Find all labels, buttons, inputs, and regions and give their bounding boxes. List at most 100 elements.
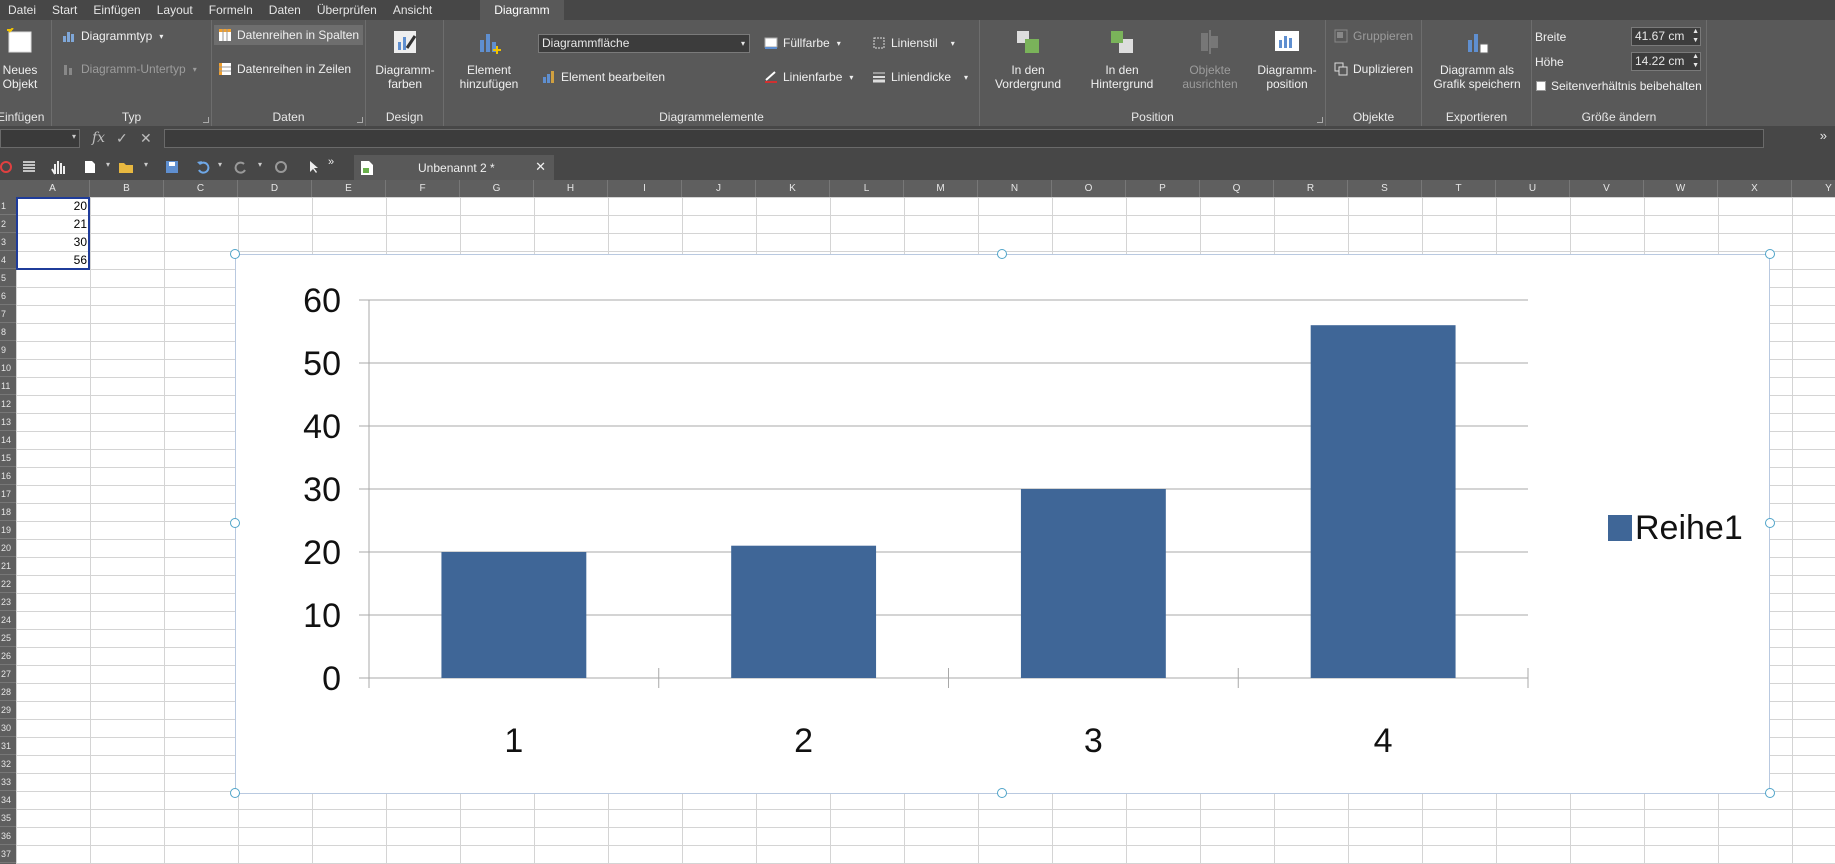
close-tab-icon[interactable]: ✕ (535, 159, 546, 175)
line-color-button[interactable]: Linienfarbe ▾ (764, 70, 853, 84)
menu-daten[interactable]: Daten (261, 0, 309, 20)
close-icon[interactable]: ✕ (140, 130, 152, 147)
menu-datei[interactable]: Datei (0, 0, 44, 20)
row-header-7[interactable]: 7 (0, 305, 16, 323)
resize-handle-bottom-left[interactable] (230, 788, 240, 798)
row-header-30[interactable]: 30 (0, 719, 16, 737)
row-header-8[interactable]: 8 (0, 323, 16, 341)
new-object-button[interactable]: Neues Objekt (0, 28, 42, 91)
power-icon[interactable] (0, 160, 12, 174)
row-header-33[interactable]: 33 (0, 773, 16, 791)
row-header-36[interactable]: 36 (0, 827, 16, 845)
column-header-v[interactable]: V (1570, 180, 1644, 197)
bring-to-front-button[interactable]: In den Vordergrund (988, 28, 1068, 91)
column-header-y[interactable]: Y (1792, 180, 1835, 197)
chevron-down-icon[interactable]: ▾ (144, 160, 148, 169)
row-header-12[interactable]: 12 (0, 395, 16, 413)
column-header-j[interactable]: J (682, 180, 756, 197)
row-header-17[interactable]: 17 (0, 485, 16, 503)
column-header-g[interactable]: G (460, 180, 534, 197)
line-style-button[interactable]: Linienstil ▾ (872, 36, 955, 50)
edit-element-button[interactable]: Element bearbeiten (542, 70, 665, 84)
series-in-rows-button[interactable]: Datenreihen in Zeilen (218, 62, 351, 76)
row-header-18[interactable]: 18 (0, 503, 16, 521)
column-header-x[interactable]: X (1718, 180, 1792, 197)
row-header-11[interactable]: 11 (0, 377, 16, 395)
row-header-19[interactable]: 19 (0, 521, 16, 539)
chart-colors-button[interactable]: Diagramm-farben (369, 28, 441, 91)
element-dropdown[interactable]: Diagrammfläche ▾ (538, 34, 750, 53)
undo-icon[interactable] (196, 160, 210, 174)
column-header-t[interactable]: T (1422, 180, 1496, 197)
column-header-k[interactable]: K (756, 180, 830, 197)
keep-aspect-ratio-checkbox[interactable]: Seitenverhältnis beibehalten (1536, 79, 1702, 93)
column-header-l[interactable]: L (830, 180, 904, 197)
document-tab[interactable]: Unbenannt 2 * ✕ (354, 155, 554, 180)
column-header-a[interactable]: A (16, 180, 90, 197)
row-header-24[interactable]: 24 (0, 611, 16, 629)
row-header-21[interactable]: 21 (0, 557, 16, 575)
menu-formeln[interactable]: Formeln (201, 0, 261, 20)
column-header-o[interactable]: O (1052, 180, 1126, 197)
resize-handle-bottom[interactable] (997, 788, 1007, 798)
list-icon[interactable] (22, 160, 36, 174)
add-element-button[interactable]: Element hinzufügen (452, 28, 526, 91)
column-header-m[interactable]: M (904, 180, 978, 197)
resize-handle-bottom-right[interactable] (1765, 788, 1775, 798)
width-input[interactable]: 41.67 cm ▲ ▼ (1631, 27, 1701, 46)
cell-a3[interactable]: 30 (16, 233, 90, 251)
row-header-26[interactable]: 26 (0, 647, 16, 665)
row-header-10[interactable]: 10 (0, 359, 16, 377)
row-header-5[interactable]: 5 (0, 269, 16, 287)
chart-subtype-button[interactable]: Diagramm-Untertyp ▾ (62, 62, 197, 76)
column-header-h[interactable]: H (534, 180, 608, 197)
chart-position-button[interactable]: Diagramm-position (1252, 28, 1322, 91)
height-input[interactable]: 14.22 cm ▲ ▼ (1631, 52, 1701, 71)
column-header-q[interactable]: Q (1200, 180, 1274, 197)
resize-handle-top-left[interactable] (230, 249, 240, 259)
cursor-icon[interactable] (308, 160, 320, 174)
send-to-back-button[interactable]: In den Hintergrund (1080, 28, 1164, 91)
row-header-35[interactable]: 35 (0, 809, 16, 827)
column-header-i[interactable]: I (608, 180, 682, 197)
row-header-34[interactable]: 34 (0, 791, 16, 809)
row-header-2[interactable]: 2 (0, 215, 16, 233)
line-width-button[interactable]: Liniendicke ▾ (872, 70, 968, 84)
more-icon[interactable]: » (328, 156, 334, 168)
group-launcher-icon[interactable] (1317, 117, 1323, 123)
row-header-28[interactable]: 28 (0, 683, 16, 701)
row-header-27[interactable]: 27 (0, 665, 16, 683)
row-header-15[interactable]: 15 (0, 449, 16, 467)
row-header-20[interactable]: 20 (0, 539, 16, 557)
chart-type-button[interactable]: Diagrammtyp ▾ (62, 29, 163, 43)
cell-a4[interactable]: 56 (16, 251, 90, 269)
redo-icon[interactable] (234, 160, 248, 174)
align-objects-button[interactable]: Objekte ausrichten (1172, 28, 1248, 91)
column-header-d[interactable]: D (238, 180, 312, 197)
chevron-down-icon[interactable]: ▾ (218, 160, 222, 169)
chevron-down-icon[interactable]: ▾ (258, 160, 262, 169)
menu-diagramm[interactable]: Diagramm (480, 0, 564, 20)
formula-input[interactable] (164, 129, 1764, 148)
series-in-columns-button[interactable]: Datenreihen in Spalten (214, 25, 364, 45)
column-header-s[interactable]: S (1348, 180, 1422, 197)
column-header-u[interactable]: U (1496, 180, 1570, 197)
hand-icon[interactable] (50, 158, 66, 176)
chevron-down-icon[interactable]: ▾ (106, 160, 110, 169)
resize-handle-right[interactable] (1765, 518, 1775, 528)
row-header-23[interactable]: 23 (0, 593, 16, 611)
row-header-6[interactable]: 6 (0, 287, 16, 305)
menu-ueberpruefen[interactable]: Überprüfen (309, 0, 385, 20)
row-header-13[interactable]: 13 (0, 413, 16, 431)
save-as-image-button[interactable]: Diagramm als Grafik speichern (1426, 28, 1528, 91)
function-icon[interactable]: fx (92, 130, 105, 146)
row-header-29[interactable]: 29 (0, 701, 16, 719)
row-header-14[interactable]: 14 (0, 431, 16, 449)
group-objects-button[interactable]: Gruppieren (1334, 29, 1413, 43)
column-header-b[interactable]: B (90, 180, 164, 197)
save-icon[interactable] (165, 160, 179, 174)
row-header-31[interactable]: 31 (0, 737, 16, 755)
menu-start[interactable]: Start (44, 0, 85, 20)
menu-layout[interactable]: Layout (149, 0, 201, 20)
cell-a1[interactable]: 20 (16, 197, 90, 215)
